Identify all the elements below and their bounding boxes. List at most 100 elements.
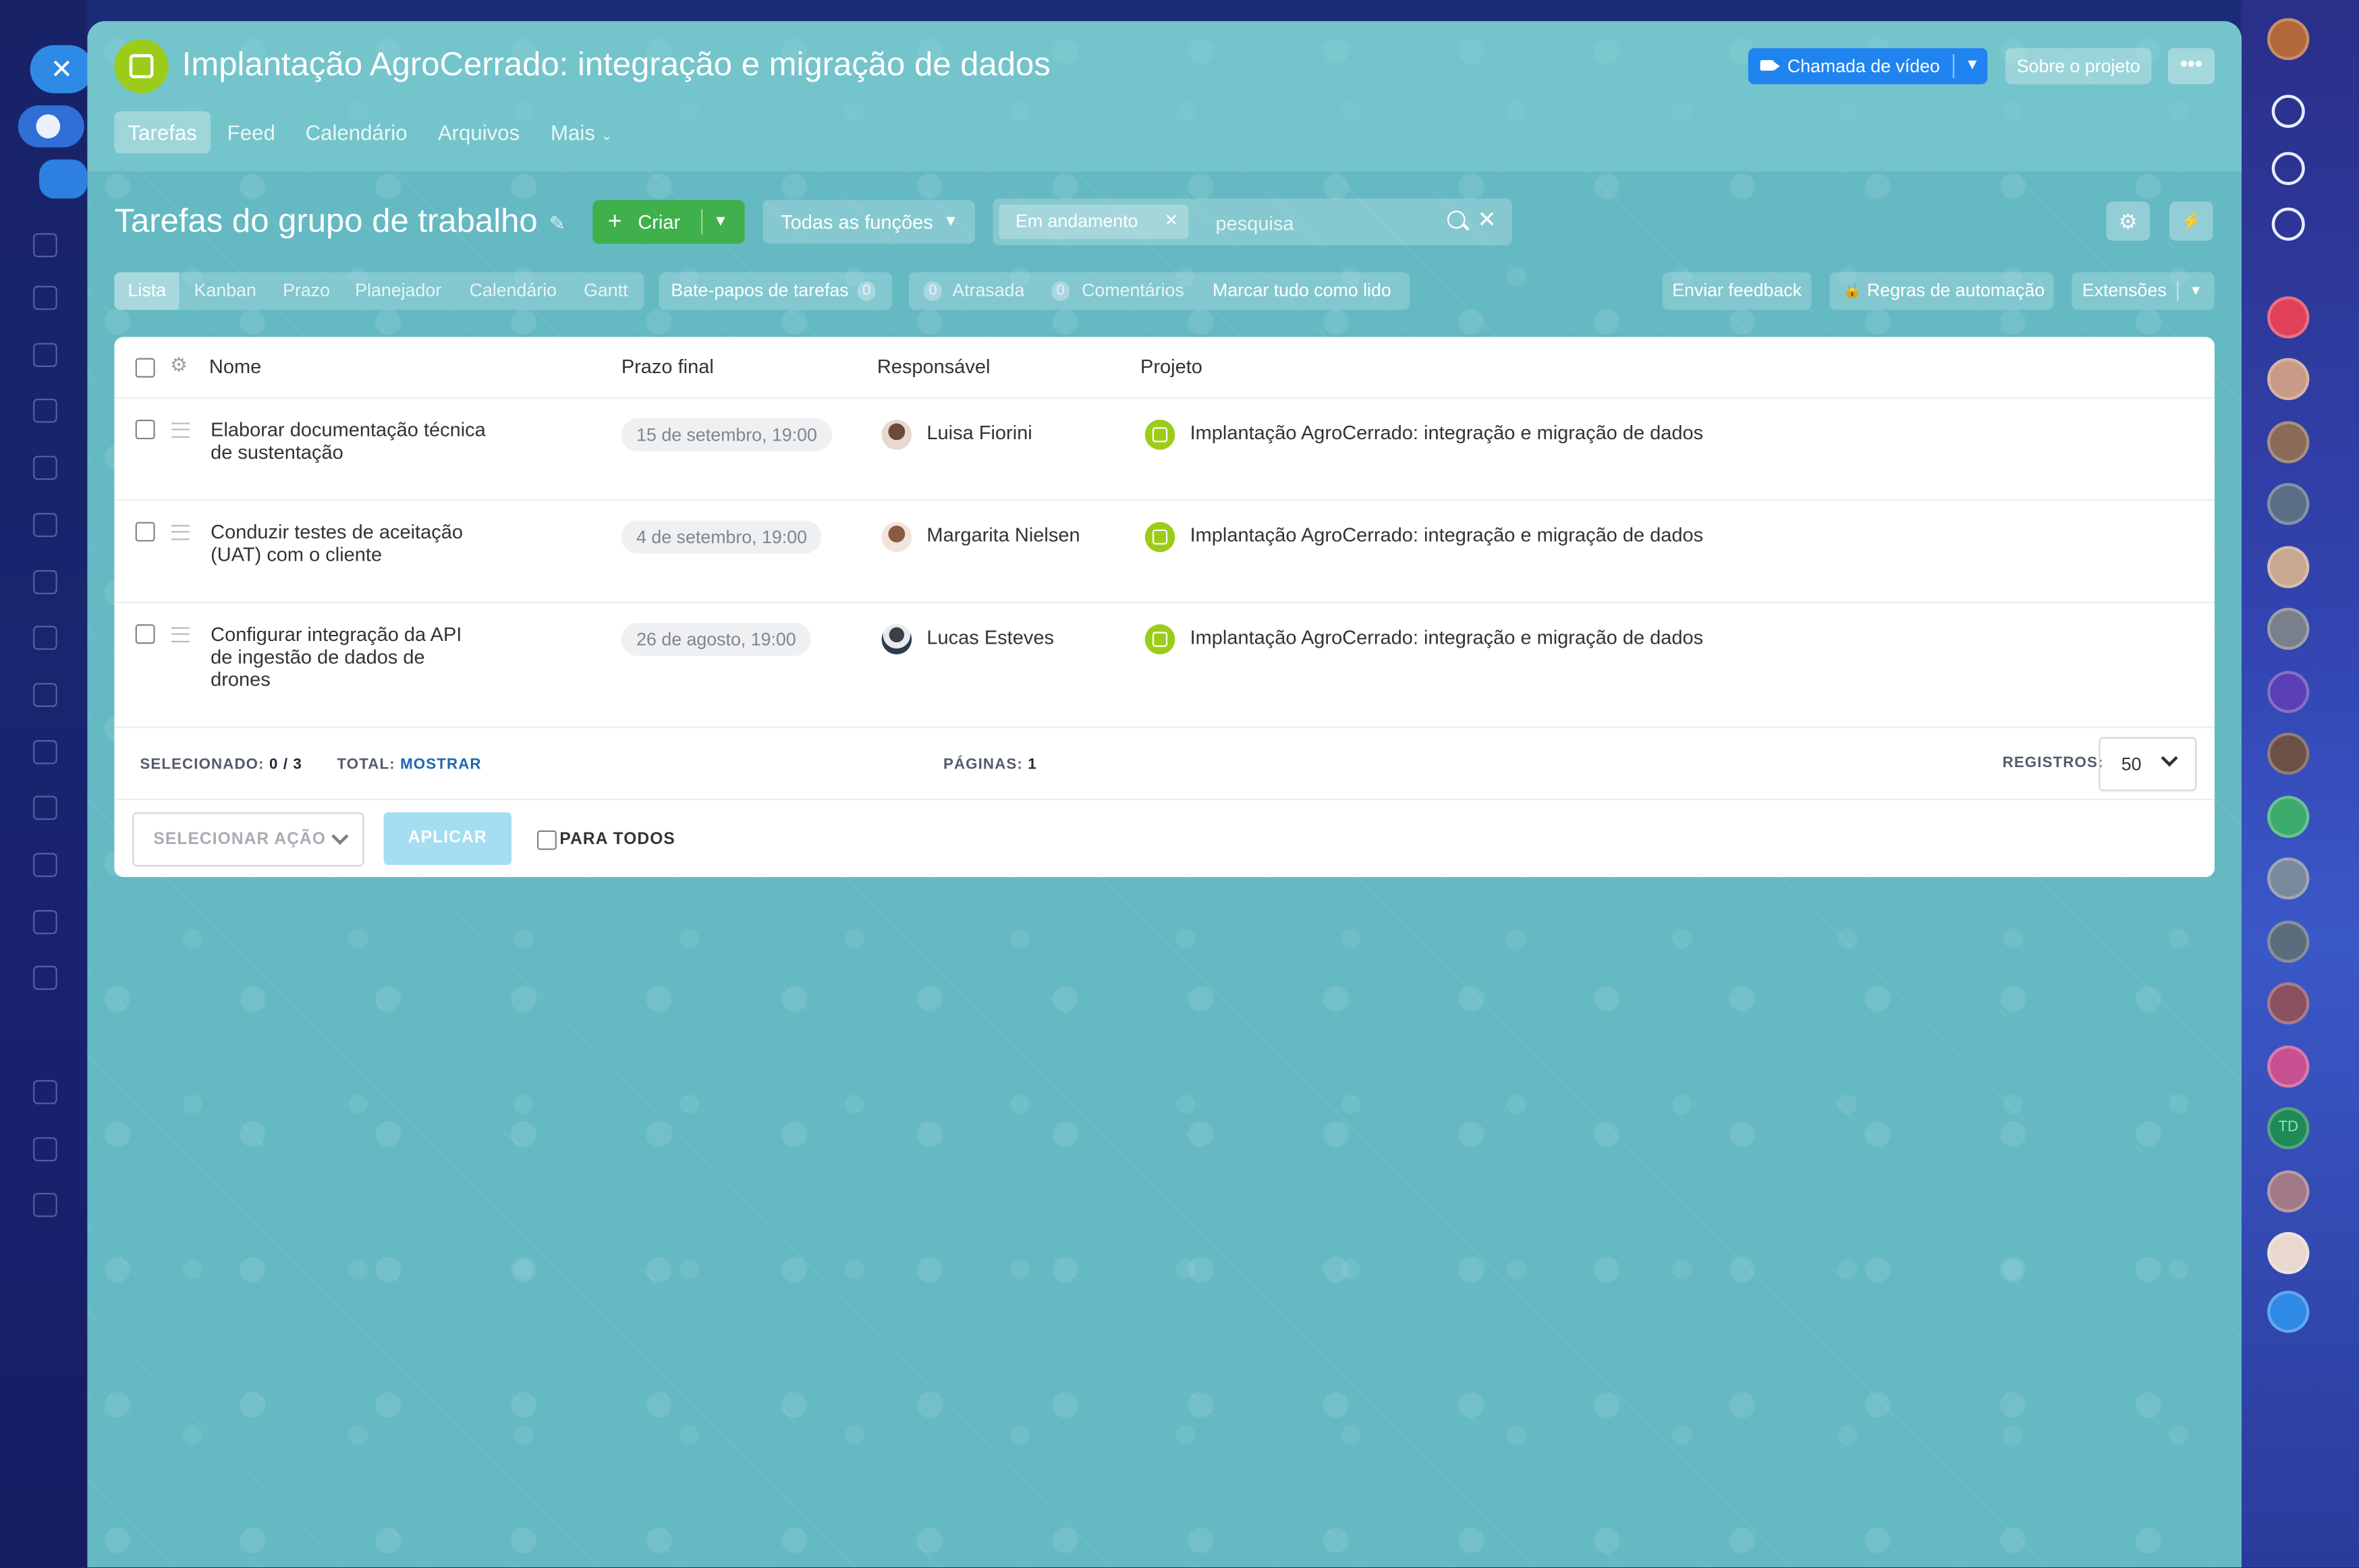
deadline-badge[interactable]: 15 de setembro, 19:00 xyxy=(621,418,833,451)
menu-item-icon[interactable] xyxy=(33,570,60,597)
overdue-filter[interactable]: Atrasada xyxy=(952,273,1024,310)
menu-item-icon[interactable] xyxy=(33,1137,60,1165)
column-header-deadline[interactable]: Prazo final xyxy=(621,337,714,397)
bookmark-icon[interactable] xyxy=(2267,1290,2310,1333)
row-checkbox[interactable] xyxy=(135,420,155,440)
bell-icon[interactable] xyxy=(2271,94,2305,128)
row-checkbox[interactable] xyxy=(135,624,155,644)
menu-item-icon[interactable] xyxy=(33,398,60,426)
group-avatar[interactable] xyxy=(2267,1045,2310,1088)
task-name-link[interactable]: Configurar integração da API de ingestão… xyxy=(211,623,474,690)
task-name-link[interactable]: Conduzir testes de aceitação (UAT) com o… xyxy=(211,520,497,565)
responsible-link[interactable]: Lucas Esteves xyxy=(926,626,1054,648)
clear-icon[interactable]: ✕ xyxy=(1477,206,1496,233)
automation-rules-button[interactable]: 🔒 Regras de automação xyxy=(1829,272,2054,310)
tab-feed[interactable]: Feed xyxy=(227,111,275,153)
mark-all-read-link[interactable]: Marcar tudo como lido xyxy=(1213,273,1391,310)
roles-dropdown[interactable]: Todas as funções ▼ xyxy=(762,200,975,244)
tab-calendario[interactable]: Calendário xyxy=(306,111,408,153)
deadline-badge[interactable]: 26 de agosto, 19:00 xyxy=(621,623,811,656)
chevron-down-icon[interactable]: ▼ xyxy=(713,200,728,244)
menu-item-icon[interactable] xyxy=(33,513,60,540)
create-button[interactable]: + Criar ▼ xyxy=(592,200,745,244)
contact-avatar[interactable] xyxy=(2267,358,2310,401)
settings-gear-button[interactable]: ⚙ xyxy=(2106,201,2150,241)
tab-mais[interactable]: Mais ⌄ xyxy=(551,111,612,153)
records-per-page-select[interactable]: 50 xyxy=(2099,737,2197,791)
contact-avatar[interactable] xyxy=(2267,482,2310,526)
project-link[interactable]: Implantação AgroCerrado: integração e mi… xyxy=(1190,524,1704,546)
menu-item-icon[interactable] xyxy=(33,965,60,992)
responsible-link[interactable]: Luisa Fiorini xyxy=(926,421,1032,443)
menu-item-icon[interactable] xyxy=(33,455,60,483)
select-action-dropdown[interactable]: SELECIONAR AÇÃO xyxy=(132,812,364,867)
workgroup-avatar[interactable] xyxy=(2267,795,2310,838)
target-icon[interactable] xyxy=(2271,152,2305,186)
menu-item-icon[interactable] xyxy=(33,233,60,260)
show-total-link[interactable]: MOSTRAR xyxy=(400,756,482,773)
view-lista[interactable]: Lista xyxy=(114,272,180,310)
menu-item-icon[interactable] xyxy=(33,795,60,822)
send-feedback-button[interactable]: Enviar feedback xyxy=(1662,272,1812,310)
view-planejador[interactable]: Planejador xyxy=(355,273,441,310)
menu-item-icon[interactable] xyxy=(33,909,60,937)
user-avatar[interactable] xyxy=(2267,18,2310,61)
view-prazo[interactable]: Prazo xyxy=(283,273,330,310)
link-icon[interactable] xyxy=(18,105,84,148)
view-kanban[interactable]: Kanban xyxy=(194,273,256,310)
remove-filter-icon[interactable]: ✕ xyxy=(1165,204,1179,239)
open-in-new-icon[interactable] xyxy=(38,159,88,199)
tab-tarefas[interactable]: Tarefas xyxy=(114,111,211,154)
contact-avatar[interactable] xyxy=(2267,1170,2310,1213)
drag-handle-icon[interactable] xyxy=(171,422,190,438)
view-calendario[interactable]: Calendário xyxy=(470,273,557,310)
chat-search-icon[interactable] xyxy=(2271,207,2305,241)
automation-bolt-button[interactable]: ⚡ xyxy=(2169,201,2213,241)
contact-avatar[interactable] xyxy=(2267,546,2310,588)
apply-button[interactable]: APLICAR xyxy=(383,812,512,866)
menu-item-icon[interactable] xyxy=(33,625,60,653)
menu-item-icon[interactable] xyxy=(33,285,60,313)
column-header-responsible[interactable]: Responsável xyxy=(877,337,991,397)
search-input[interactable] xyxy=(1213,198,1445,248)
extensions-dropdown[interactable]: Extensões ▼ xyxy=(2072,272,2215,310)
menu-item-icon[interactable] xyxy=(33,343,60,370)
filter-chip[interactable]: Em andamento ✕ xyxy=(999,204,1189,240)
column-settings-gear-icon[interactable]: ⚙ xyxy=(170,354,188,378)
project-link[interactable]: Implantação AgroCerrado: integração e mi… xyxy=(1190,421,1704,443)
about-project-button[interactable]: Sobre o projeto xyxy=(2005,48,2152,84)
contact-avatar[interactable] xyxy=(2267,920,2310,963)
column-header-name[interactable]: Nome xyxy=(209,337,261,397)
responsible-link[interactable]: Margarita Nielsen xyxy=(926,524,1080,546)
contact-avatar[interactable] xyxy=(2267,1232,2310,1275)
view-gantt[interactable]: Gantt xyxy=(584,273,628,310)
filter-search-box[interactable]: Em andamento ✕ ✕ xyxy=(993,198,1512,248)
contact-avatar[interactable] xyxy=(2267,857,2310,900)
for-all-checkbox[interactable] xyxy=(536,830,557,850)
initials-avatar[interactable]: TD xyxy=(2267,1107,2310,1150)
more-button[interactable]: ••• xyxy=(2167,48,2215,84)
menu-item-icon[interactable] xyxy=(33,683,60,710)
contact-avatar[interactable] xyxy=(2267,607,2310,650)
tab-arquivos[interactable]: Arquivos xyxy=(438,111,520,153)
menu-item-icon[interactable] xyxy=(33,1080,60,1107)
search-icon[interactable] xyxy=(1447,211,1466,229)
task-chats-counter[interactable]: Bate-papos de tarefas 0 xyxy=(659,272,893,310)
contact-avatar[interactable] xyxy=(2267,732,2310,775)
pin-icon[interactable]: ✎ xyxy=(549,212,565,236)
chevron-down-icon[interactable]: ▼ xyxy=(1965,48,1980,84)
channel-avatar[interactable] xyxy=(2267,671,2310,713)
contact-avatar[interactable] xyxy=(2267,421,2310,464)
comments-filter[interactable]: Comentários xyxy=(1082,273,1184,310)
drag-handle-icon[interactable] xyxy=(171,525,190,540)
select-all-checkbox[interactable] xyxy=(135,358,155,378)
menu-item-icon[interactable] xyxy=(33,853,60,880)
video-call-button[interactable]: Chamada de vídeo ▼ xyxy=(1748,48,1988,84)
task-name-link[interactable]: Elaborar documentação técnica de sustent… xyxy=(211,418,497,464)
contact-avatar[interactable] xyxy=(2267,982,2310,1025)
row-checkbox[interactable] xyxy=(135,522,155,542)
deadline-badge[interactable]: 4 de setembro, 19:00 xyxy=(621,520,823,554)
column-header-project[interactable]: Projeto xyxy=(1140,337,1202,397)
menu-item-icon[interactable] xyxy=(33,1193,60,1220)
project-link[interactable]: Implantação AgroCerrado: integração e mi… xyxy=(1190,626,1704,648)
